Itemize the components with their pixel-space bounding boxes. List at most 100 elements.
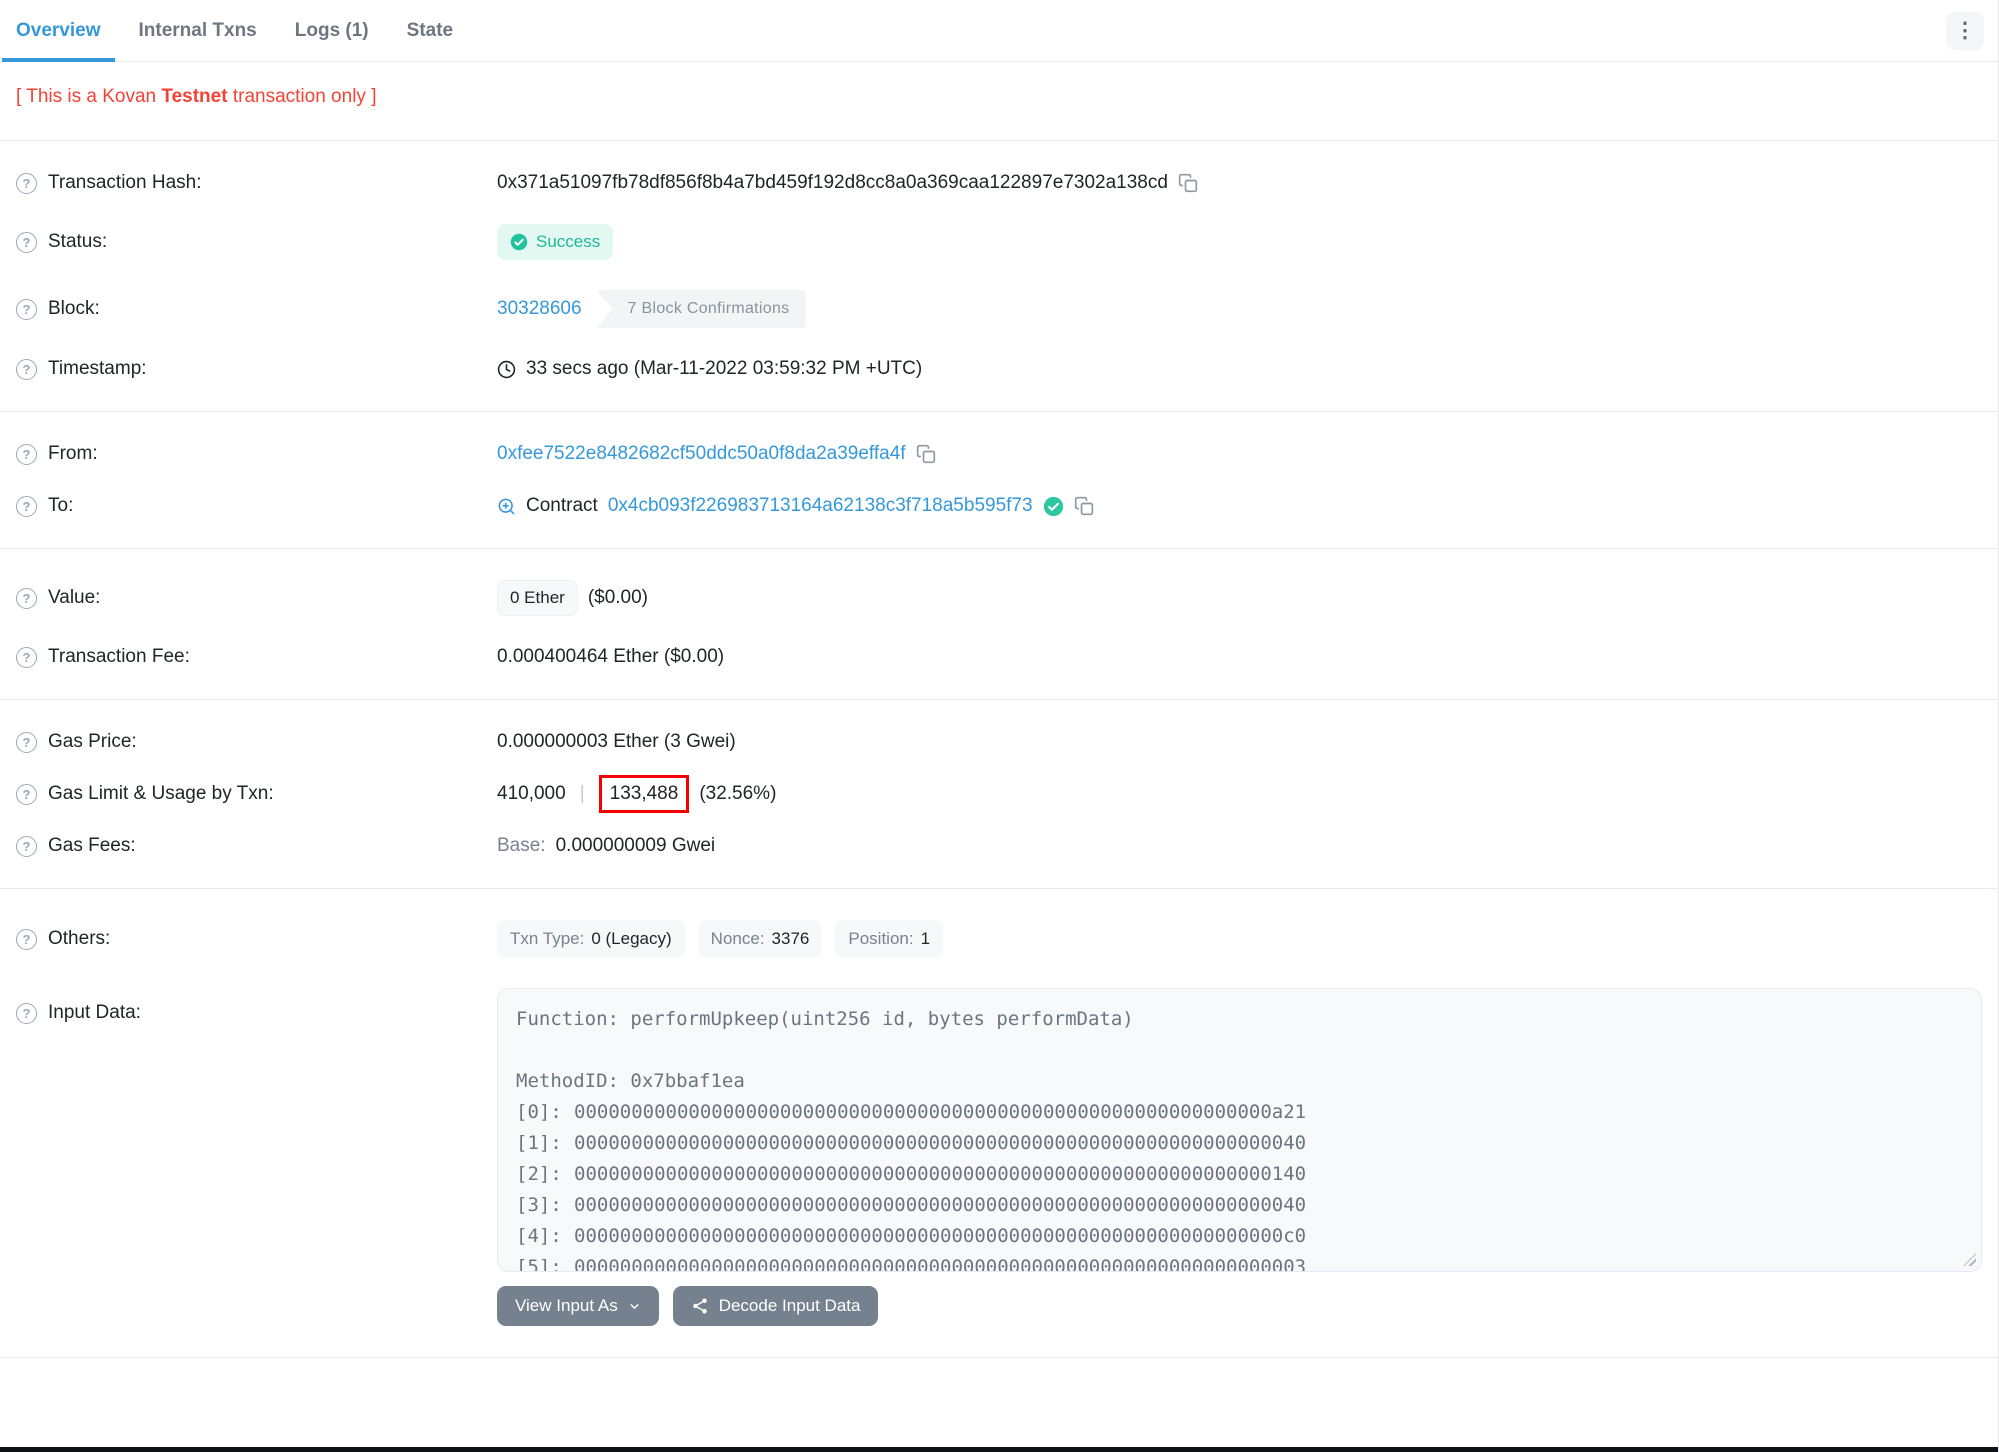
to-label: To: bbox=[48, 495, 74, 516]
help-icon: ? bbox=[16, 928, 37, 950]
more-options-button[interactable]: ⋮ bbox=[1946, 11, 1984, 50]
row-input-data: ? Input Data: Function: performUpkeep(ui… bbox=[16, 973, 1982, 1341]
transaction-hash-label: Transaction Hash: bbox=[48, 172, 202, 193]
gas-price-value: 0.000000003 Ether (3 Gwei) bbox=[497, 731, 736, 752]
help-icon: ? bbox=[16, 231, 37, 253]
gas-limit-value: 410,000 bbox=[497, 783, 566, 804]
section-others-input: ? Others: Txn Type: 0 (Legacy) Nonce: 33… bbox=[0, 889, 1998, 1358]
tab-state[interactable]: State bbox=[407, 0, 453, 61]
input-function-line: Function: performUpkeep(uint256 id, byte… bbox=[516, 1008, 1134, 1030]
input-data-label: Input Data: bbox=[48, 1002, 141, 1023]
input-hex-row: [3]: 000000000000000000000000000000000000… bbox=[516, 1194, 1307, 1216]
help-icon: ? bbox=[16, 783, 37, 805]
nonce-badge: Nonce: 3376 bbox=[697, 920, 823, 958]
status-badge: Success bbox=[497, 224, 614, 260]
row-value: ? Value: 0 Ether ($0.00) bbox=[16, 565, 1982, 631]
block-label: Block: bbox=[48, 298, 100, 319]
input-data-actions: View Input As Decode Input Data bbox=[497, 1286, 1982, 1326]
row-gas-price: ? Gas Price: 0.000000003 Ether (3 Gwei) bbox=[16, 716, 1982, 768]
testnet-notice: [ This is a Kovan Testnet transaction on… bbox=[0, 62, 1998, 141]
transaction-fee-label: Transaction Fee: bbox=[48, 646, 190, 667]
help-icon: ? bbox=[16, 1002, 37, 1024]
to-contract-text: Contract bbox=[526, 495, 598, 516]
notice-suffix: transaction only ] bbox=[227, 86, 377, 107]
input-methodid-line: MethodID: 0x7bbaf1ea bbox=[516, 1070, 745, 1092]
zoom-in-icon[interactable] bbox=[497, 497, 516, 516]
gas-used-annotation-box: 133,488 bbox=[598, 775, 690, 813]
copy-icon[interactable] bbox=[1178, 173, 1198, 193]
check-circle-icon bbox=[510, 233, 528, 251]
block-number-link[interactable]: 30328606 bbox=[497, 298, 582, 320]
value-amount-badge: 0 Ether bbox=[497, 580, 578, 616]
row-to: ? To: Contract 0x4cb093f226983713164a621… bbox=[16, 480, 1982, 532]
clock-icon bbox=[497, 360, 516, 378]
section-from-to: ? From: 0xfee7522e8482682cf50ddc50a0f8da… bbox=[0, 412, 1998, 549]
textarea-resize-handle[interactable] bbox=[1963, 1253, 1976, 1266]
row-transaction-hash: ? Transaction Hash: 0x371a51097fb78df856… bbox=[16, 157, 1982, 209]
gas-used-value: 133,488 bbox=[609, 783, 679, 804]
gas-limit-usage-label: Gas Limit & Usage by Txn: bbox=[48, 783, 274, 804]
tab-bar: Overview Internal Txns Logs (1) State ⋮ bbox=[0, 0, 1998, 62]
block-confirmations-badge: 7 Block Confirmations bbox=[596, 290, 807, 328]
timestamp-value: 33 secs ago (Mar-11-2022 03:59:32 PM +UT… bbox=[526, 358, 923, 379]
others-label: Others: bbox=[48, 928, 111, 949]
input-hex-row: [5]: 000000000000000000000000000000000000… bbox=[516, 1256, 1307, 1272]
row-timestamp: ? Timestamp: 33 secs ago (Mar-11-2022 03… bbox=[16, 343, 1982, 395]
section-gas: ? Gas Price: 0.000000003 Ether (3 Gwei) … bbox=[0, 700, 1998, 889]
to-address-link[interactable]: 0x4cb093f226983713164a62138c3f718a5b595f… bbox=[608, 495, 1033, 517]
help-icon: ? bbox=[16, 646, 37, 668]
view-input-as-button[interactable]: View Input As bbox=[497, 1286, 659, 1326]
position-badge: Position: 1 bbox=[835, 920, 944, 958]
row-transaction-fee: ? Transaction Fee: 0.000400464 Ether ($0… bbox=[16, 631, 1982, 683]
transaction-fee-value: 0.000400464 Ether ($0.00) bbox=[497, 646, 725, 667]
transaction-details-page: Overview Internal Txns Logs (1) State ⋮ … bbox=[0, 0, 1999, 1452]
status-label: Status: bbox=[48, 231, 108, 252]
value-usd: ($0.00) bbox=[587, 587, 649, 608]
gas-limit-separator: | bbox=[579, 783, 585, 804]
transaction-hash-value: 0x371a51097fb78df856f8b4a7bd459f192d8cc8… bbox=[497, 172, 1168, 193]
from-label: From: bbox=[48, 443, 98, 464]
notice-prefix: [ This is a Kovan bbox=[16, 86, 162, 107]
row-others: ? Others: Txn Type: 0 (Legacy) Nonce: 33… bbox=[16, 905, 1982, 973]
timestamp-label: Timestamp: bbox=[48, 358, 147, 379]
help-icon: ? bbox=[16, 443, 37, 465]
from-address-link[interactable]: 0xfee7522e8482682cf50ddc50a0f8da2a39effa… bbox=[497, 443, 906, 465]
input-hex-row: [2]: 000000000000000000000000000000000000… bbox=[516, 1163, 1307, 1185]
chevron-down-icon bbox=[630, 1303, 639, 1309]
help-icon: ? bbox=[16, 835, 37, 857]
decode-input-data-button[interactable]: Decode Input Data bbox=[672, 1286, 879, 1326]
decode-icon bbox=[692, 1298, 707, 1314]
help-icon: ? bbox=[16, 298, 37, 320]
tab-overview[interactable]: Overview bbox=[2, 0, 114, 62]
help-icon: ? bbox=[16, 587, 37, 609]
help-icon: ? bbox=[16, 495, 37, 517]
input-blank-line bbox=[516, 1035, 1963, 1066]
gas-price-label: Gas Price: bbox=[48, 731, 137, 752]
help-icon: ? bbox=[16, 172, 37, 194]
input-hex-row: [1]: 000000000000000000000000000000000000… bbox=[516, 1132, 1307, 1154]
help-icon: ? bbox=[16, 731, 37, 753]
window-bottom-edge bbox=[0, 1447, 1998, 1452]
row-status: ? Status: Success bbox=[16, 209, 1982, 275]
input-hex-row: [4]: 000000000000000000000000000000000000… bbox=[516, 1225, 1307, 1247]
input-data-textarea[interactable]: Function: performUpkeep(uint256 id, byte… bbox=[497, 988, 1982, 1272]
gas-fees-base-value: 0.000000009 Gwei bbox=[555, 835, 716, 856]
help-icon: ? bbox=[16, 358, 37, 380]
copy-icon[interactable] bbox=[1074, 496, 1094, 516]
tab-logs[interactable]: Logs (1) bbox=[295, 0, 369, 61]
tab-internal-txns[interactable]: Internal Txns bbox=[139, 0, 257, 61]
verified-check-icon bbox=[1043, 496, 1063, 516]
kebab-icon: ⋮ bbox=[1954, 19, 1976, 42]
gas-used-percent: (32.56%) bbox=[699, 783, 777, 804]
notice-bold: Testnet bbox=[161, 86, 228, 107]
section-value-fee: ? Value: 0 Ether ($0.00) ? Transaction F… bbox=[0, 549, 1998, 700]
row-from: ? From: 0xfee7522e8482682cf50ddc50a0f8da… bbox=[16, 428, 1982, 480]
input-hex-row: [0]: 000000000000000000000000000000000000… bbox=[516, 1101, 1307, 1123]
row-gas-fees: ? Gas Fees: Base: 0.000000009 Gwei bbox=[16, 820, 1982, 872]
gas-fees-base-label: Base: bbox=[497, 835, 546, 856]
copy-icon[interactable] bbox=[916, 444, 936, 464]
row-block: ? Block: 30328606 7 Block Confirmations bbox=[16, 275, 1982, 343]
section-hash-status-block-time: ? Transaction Hash: 0x371a51097fb78df856… bbox=[0, 141, 1998, 412]
txn-type-badge: Txn Type: 0 (Legacy) bbox=[497, 920, 685, 958]
gas-fees-label: Gas Fees: bbox=[48, 835, 136, 856]
